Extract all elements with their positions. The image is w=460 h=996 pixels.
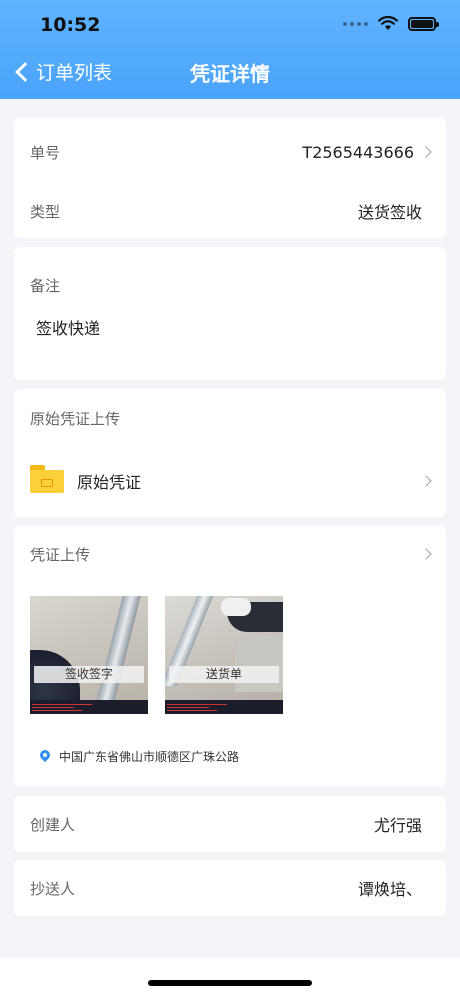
creator-card: 创建人 尤行强 <box>14 796 446 852</box>
photo-caption: 送货单 <box>169 666 279 683</box>
back-button[interactable]: 订单列表 <box>12 58 112 85</box>
bottom-safe-area <box>0 958 460 996</box>
remark-label: 备注 <box>30 277 61 295</box>
cc-row: 抄送人 谭焕培、 <box>14 862 446 914</box>
voucher-upload-card: 凭证上传 签收签字 送货单 中国广东省佛山市顺德区广珠公路 <box>14 526 446 786</box>
order-no-label: 单号 <box>30 143 61 162</box>
original-voucher-card: 原始凭证上传 原始凭证 <box>14 389 446 517</box>
cc-label: 抄送人 <box>30 879 76 898</box>
location: 中国广东省佛山市顺德区广珠公路 <box>40 748 239 765</box>
home-indicator[interactable] <box>148 980 312 986</box>
location-text: 中国广东省佛山市顺德区广珠公路 <box>59 750 240 764</box>
top-header: 10:52 订单列表 凭证详情 <box>0 0 460 99</box>
back-label: 订单列表 <box>36 62 113 84</box>
chevron-right-icon[interactable] <box>420 548 432 560</box>
creator-value: 尤行强 <box>373 816 422 835</box>
chevron-right-icon <box>420 146 432 158</box>
type-row: 类型 送货签收 <box>14 185 446 237</box>
location-pin-icon <box>40 750 50 764</box>
photo-caption: 签收签字 <box>34 666 144 683</box>
original-section-title: 原始凭证上传 <box>30 410 121 428</box>
chevron-left-icon <box>15 61 35 82</box>
status-icons <box>343 16 439 31</box>
photo-thumbnail[interactable]: 签收签字 <box>30 596 148 714</box>
photo-thumbnail[interactable]: 送货单 <box>165 596 283 714</box>
remark-text: 签收快递 <box>36 319 101 338</box>
wifi-icon <box>378 16 398 30</box>
original-voucher-row[interactable]: 原始凭证 <box>14 451 446 511</box>
type-label: 类型 <box>30 202 61 221</box>
status-time: 10:52 <box>40 14 101 36</box>
cc-card: 抄送人 谭焕培、 <box>14 860 446 916</box>
remark-card: 备注 签收快递 <box>14 247 446 380</box>
upload-section-title: 凭证上传 <box>30 546 91 564</box>
cc-value: 谭焕培、 <box>357 880 422 899</box>
order-no-value: T2565443666 <box>302 142 414 162</box>
creator-label: 创建人 <box>30 815 76 834</box>
signal-icon <box>343 21 368 26</box>
type-value: 送货签收 <box>357 203 422 222</box>
folder-icon <box>30 465 64 493</box>
status-bar: 10:52 <box>0 0 460 50</box>
order-info-card: 单号 T2565443666 类型 送货签收 <box>14 118 446 238</box>
chevron-right-icon <box>420 475 432 487</box>
creator-row: 创建人 尤行强 <box>14 798 446 850</box>
order-no-row[interactable]: 单号 T2565443666 <box>14 126 446 178</box>
battery-icon <box>408 16 439 31</box>
original-voucher-label: 原始凭证 <box>77 473 142 492</box>
